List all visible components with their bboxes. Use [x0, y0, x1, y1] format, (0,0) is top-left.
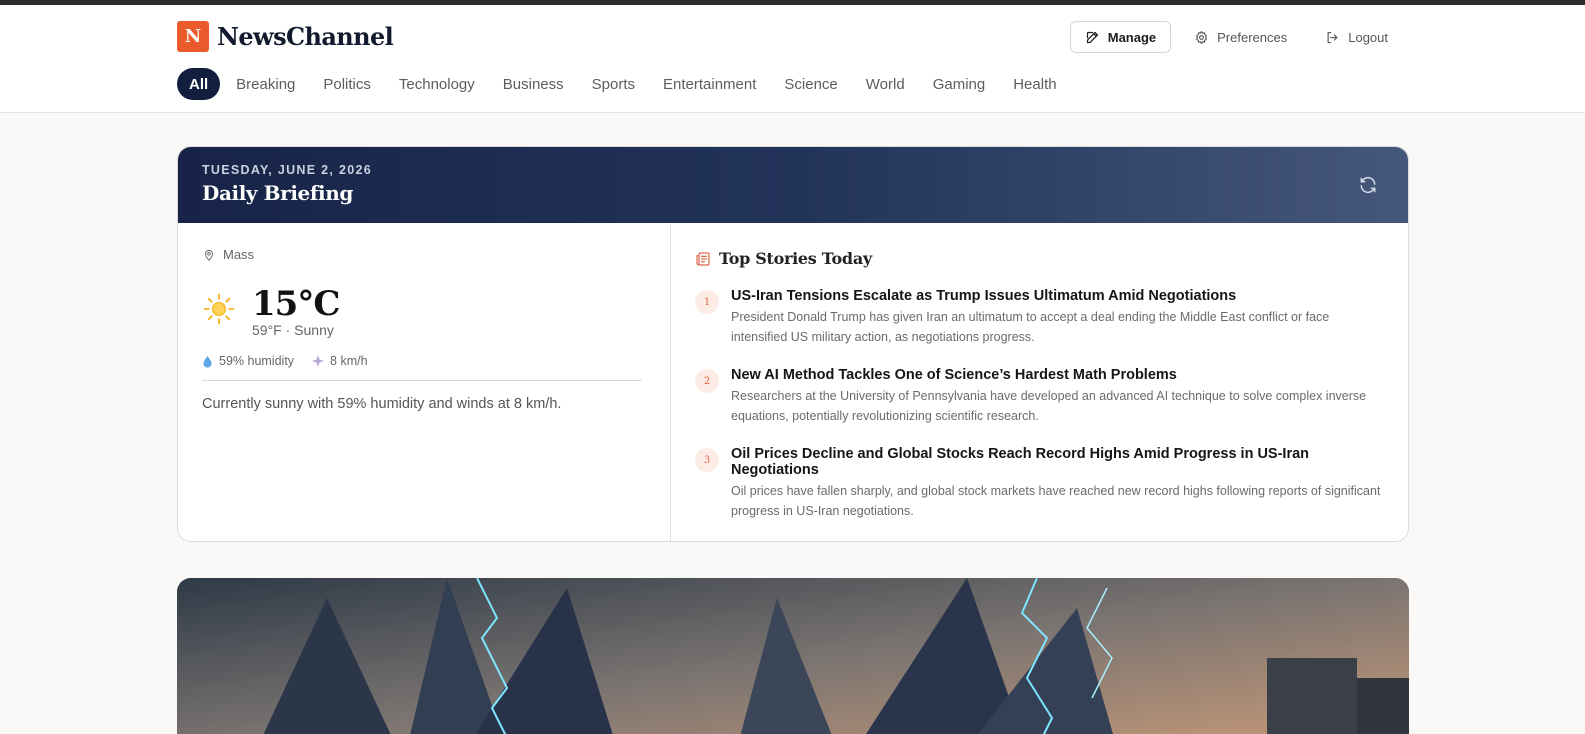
site-header: N NewsChannel Manage Preferences Logout … [0, 5, 1585, 113]
top-stories-header: Top Stories Today [695, 249, 1384, 268]
humidity-metric: 59% humidity [202, 354, 294, 368]
water-drop-icon [203, 355, 212, 368]
story-number: 2 [695, 369, 719, 393]
category-health[interactable]: Health [999, 68, 1070, 100]
hero-illustration [177, 578, 1409, 734]
temperature: 15°C [252, 284, 340, 324]
story-number: 1 [695, 290, 719, 314]
story-title[interactable]: Oil Prices Decline and Global Stocks Rea… [731, 446, 1384, 478]
category-gaming[interactable]: Gaming [919, 68, 1000, 100]
wind-icon [312, 355, 325, 367]
newspaper-icon [696, 251, 710, 266]
logo-mark: N [177, 21, 209, 52]
manage-label: Manage [1107, 29, 1157, 45]
briefing-title: Daily Briefing [202, 181, 353, 205]
wind-value: 8 km/h [330, 354, 368, 368]
logout-icon [1327, 31, 1338, 43]
hero-image[interactable] [177, 578, 1409, 734]
category-sports[interactable]: Sports [578, 68, 649, 100]
daily-briefing-card: TUESDAY, JUNE 2, 2026 Daily Briefing Mas… [177, 146, 1409, 542]
sun-icon [203, 293, 235, 325]
refresh-icon[interactable] [1358, 175, 1378, 195]
story-item[interactable]: 3 Oil Prices Decline and Global Stocks R… [695, 446, 1384, 521]
top-stories-panel: Top Stories Today 1 US-Iran Tensions Esc… [671, 223, 1408, 541]
logout-label: Logout [1348, 29, 1388, 45]
top-stories-title: Top Stories Today [719, 249, 872, 268]
gear-icon [1196, 30, 1208, 44]
story-title[interactable]: New AI Method Tackles One of Science’s H… [731, 367, 1381, 383]
temperature-subtext: 59°F · Sunny [252, 322, 334, 338]
briefing-date: TUESDAY, JUNE 2, 2026 [202, 163, 372, 177]
preferences-label: Preferences [1217, 29, 1288, 45]
weather-location: Mass [202, 247, 646, 262]
humidity-value: 59% humidity [219, 354, 295, 368]
story-item[interactable]: 1 US-Iran Tensions Escalate as Trump Iss… [695, 288, 1384, 347]
logo-text: NewsChannel [217, 22, 394, 51]
category-breaking[interactable]: Breaking [222, 68, 309, 100]
category-politics[interactable]: Politics [309, 68, 385, 100]
category-nav: All Breaking Politics Technology Busines… [177, 68, 1071, 100]
header-actions: Manage Preferences Logout [1069, 21, 1403, 53]
category-technology[interactable]: Technology [385, 68, 489, 100]
location-label: Mass [223, 247, 255, 262]
edit-icon [1086, 31, 1098, 43]
story-description: President Donald Trump has given Iran an… [731, 310, 1330, 344]
briefing-header: TUESDAY, JUNE 2, 2026 Daily Briefing [178, 147, 1408, 223]
story-number: 3 [695, 448, 719, 472]
weather-summary: Currently sunny with 59% humidity and wi… [202, 396, 562, 412]
category-world[interactable]: World [852, 68, 919, 100]
manage-button[interactable]: Manage [1069, 21, 1172, 53]
briefing-body: Mass 15°C 59°F · Sunny 59% humidity 8 km… [178, 223, 1408, 541]
story-description: Oil prices have fallen sharply, and glob… [731, 484, 1381, 518]
logo[interactable]: N NewsChannel [177, 21, 394, 52]
story-description: Researchers at the University of Pennsyl… [731, 389, 1367, 423]
location-pin-icon [204, 249, 214, 261]
category-entertainment[interactable]: Entertainment [649, 68, 770, 100]
logout-button[interactable]: Logout [1310, 21, 1403, 53]
category-science[interactable]: Science [770, 68, 851, 100]
weather-divider [202, 380, 642, 381]
temperature-row: 15°C 59°F · Sunny [202, 286, 646, 338]
preferences-button[interactable]: Preferences [1179, 21, 1302, 53]
weather-metrics: 59% humidity 8 km/h [202, 354, 646, 368]
weather-panel: Mass 15°C 59°F · Sunny 59% humidity 8 km… [178, 223, 671, 541]
category-all[interactable]: All [177, 68, 221, 100]
wind-metric: 8 km/h [312, 354, 368, 368]
category-business[interactable]: Business [489, 68, 578, 100]
story-title[interactable]: US-Iran Tensions Escalate as Trump Issue… [731, 288, 1381, 304]
story-item[interactable]: 2 New AI Method Tackles One of Science’s… [695, 367, 1384, 426]
